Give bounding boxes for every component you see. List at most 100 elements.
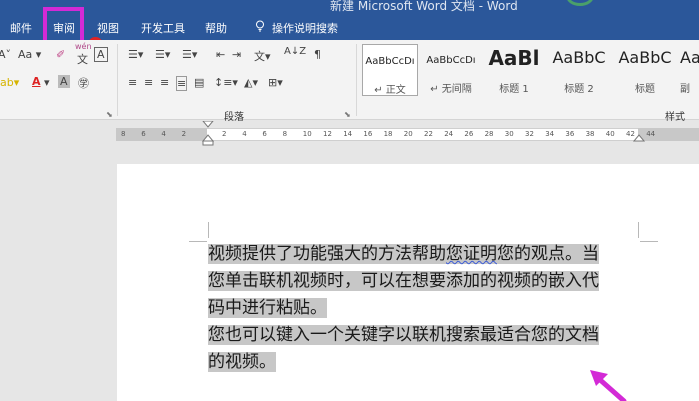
first-line-indent-marker[interactable] bbox=[201, 121, 215, 146]
font-color-dropdown-icon[interactable]: ▾ bbox=[44, 76, 50, 89]
text-line: 的视频。 bbox=[208, 349, 640, 376]
increase-indent-icon[interactable]: ⇥ bbox=[232, 48, 241, 61]
text-line: 码中进行粘贴。 bbox=[208, 295, 640, 322]
ruler-tick-label: 24 bbox=[444, 130, 454, 138]
align-left-icon[interactable]: ≡ bbox=[128, 76, 137, 89]
style-subtitle[interactable]: Aa 副 bbox=[680, 44, 699, 96]
font-color-icon[interactable]: A bbox=[32, 75, 41, 88]
sort-icon[interactable]: A↓Z bbox=[284, 46, 306, 57]
selected-text: 的视频。 bbox=[208, 352, 276, 372]
highlight-color-icon[interactable]: ab▾ bbox=[0, 76, 19, 89]
text-line: 您也可以键入一个关键字以联机搜索最适合您的文档 bbox=[208, 322, 640, 349]
ruler-tick-label: 8 bbox=[282, 130, 288, 138]
enclose-characters-icon[interactable]: ㊫ bbox=[78, 75, 89, 91]
decrease-indent-icon[interactable]: ⇤ bbox=[216, 48, 225, 61]
align-center-icon[interactable]: ≡ bbox=[144, 76, 153, 89]
ruler-tick-label: 2 bbox=[222, 130, 227, 138]
chinese-layout-icon[interactable]: 文▾ bbox=[254, 48, 271, 64]
crop-mark bbox=[208, 222, 209, 238]
multilevel-list-icon[interactable]: ☰▾ bbox=[182, 48, 197, 61]
crop-mark bbox=[640, 241, 658, 242]
selected-text: 您单击联机视频时，可以在想要添加的视频的嵌入代 bbox=[208, 271, 599, 291]
ruler-tick-label: 6 bbox=[141, 130, 146, 138]
selected-text: 您也可以键入一个关键字以联机搜索最适合您的文档 bbox=[208, 325, 599, 345]
bullets-icon[interactable]: ☰▾ bbox=[128, 48, 143, 61]
style-sample: AaBbCcDı bbox=[426, 55, 476, 66]
text-run: 您的观点。当 bbox=[497, 244, 599, 264]
ruler-tick-label: 12 bbox=[323, 130, 332, 138]
numbering-icon[interactable]: ☰▾ bbox=[155, 48, 170, 61]
ruler-tick-label: 2 bbox=[181, 130, 187, 138]
paragraph-dialog-launcher-icon[interactable]: ⬊ bbox=[344, 110, 351, 119]
ruler-tick-label: 14 bbox=[343, 130, 353, 138]
style-name: ↵ 无间隔 bbox=[430, 84, 472, 95]
window-title: 新建 Microsoft Word 文档 - Word bbox=[330, 0, 518, 13]
ruler-tick-label: 4 bbox=[161, 130, 166, 138]
styles-gallery: AaBbCcDı ↵ 正文 AaBbCcDı ↵ 无间隔 AaBl 标题 1 A… bbox=[362, 44, 699, 96]
lightbulb-icon bbox=[255, 20, 265, 35]
style-name: 副 bbox=[680, 84, 690, 95]
tab-help[interactable]: 帮助 bbox=[205, 20, 227, 36]
style-heading-1[interactable]: AaBl 标题 1 bbox=[484, 44, 544, 96]
ruler-tick-label: 36 bbox=[565, 130, 575, 138]
title-bar: 新建 Microsoft Word 文档 - Word 邮件 审阅 视图 开发工… bbox=[0, 0, 699, 40]
change-case-button[interactable]: Aa ▾ bbox=[18, 48, 41, 61]
crop-mark bbox=[189, 241, 207, 242]
ruler-tick-label: 10 bbox=[302, 130, 312, 138]
style-normal[interactable]: AaBbCcDı ↵ 正文 bbox=[362, 44, 418, 96]
tell-me-search[interactable]: 操作说明搜索 bbox=[272, 20, 338, 36]
grammar-flag-text[interactable]: 您证明 bbox=[446, 244, 497, 264]
style-name: 标题 1 bbox=[499, 84, 529, 95]
style-sample: AaBl bbox=[488, 46, 540, 70]
selected-text: 视频提供了功能强大的方法帮助您证明您的观点。当 bbox=[208, 244, 599, 264]
style-sample: Aa bbox=[680, 48, 699, 67]
clear-formatting-icon[interactable]: ✐ bbox=[56, 48, 65, 61]
shading-icon[interactable]: ◭▾ bbox=[244, 76, 258, 89]
ruler-tick-label: 32 bbox=[525, 130, 534, 138]
character-shading-icon[interactable]: A bbox=[58, 75, 70, 88]
tab-view[interactable]: 视图 bbox=[97, 20, 119, 36]
show-marks-icon[interactable]: ¶ bbox=[314, 48, 321, 61]
ruler-tick-label: 18 bbox=[383, 130, 393, 138]
ruler-tick-label: 6 bbox=[262, 130, 267, 138]
horizontal-ruler[interactable]: 8 6 4 2 2 4 6 8 10 12 14 16 18 20 22 24 26 28 30 32 34 36 38 40… bbox=[0, 121, 699, 146]
ruler-tick-label: 22 bbox=[424, 130, 433, 138]
style-name: ↵ 正文 bbox=[374, 85, 406, 96]
style-heading-2[interactable]: AaBbC 标题 2 bbox=[548, 44, 610, 96]
tab-mailings[interactable]: 邮件 bbox=[10, 20, 32, 36]
distributed-icon[interactable]: ▤ bbox=[194, 76, 204, 89]
change-case-label: Aa bbox=[18, 48, 33, 61]
ruler-tick-label: 40 bbox=[605, 130, 615, 138]
style-no-spacing[interactable]: AaBbCcDı ↵ 无间隔 bbox=[422, 44, 480, 96]
line-spacing-icon[interactable]: ↕≡▾ bbox=[214, 76, 238, 89]
character-border-icon[interactable]: A bbox=[94, 47, 108, 62]
ruler-tick-label: 16 bbox=[363, 130, 373, 138]
tab-developer[interactable]: 开发工具 bbox=[141, 20, 185, 36]
ruler-tick-label: 30 bbox=[504, 130, 514, 138]
style-title[interactable]: AaBbC 标题 bbox=[614, 44, 676, 96]
ruler-tick-label: 26 bbox=[464, 130, 474, 138]
group-divider bbox=[356, 44, 357, 116]
ruler-tick-label: 28 bbox=[484, 130, 494, 138]
right-indent-marker[interactable] bbox=[633, 121, 645, 146]
style-name: 标题 bbox=[635, 84, 655, 95]
ruler-tick-label: 38 bbox=[585, 130, 595, 138]
justify-icon[interactable]: ≡ bbox=[176, 76, 188, 91]
style-sample: AaBbC bbox=[552, 48, 606, 67]
phonetic-guide-button[interactable]: 文 bbox=[77, 51, 88, 67]
ribbon: A˅ Aa ▾ ✐ wén 文 A ab▾ A ▾ A ㊫ ⬊ ☰▾ ☰▾ ☰▾… bbox=[0, 40, 699, 123]
style-name: 标题 2 bbox=[564, 84, 594, 95]
borders-icon[interactable]: ⊞▾ bbox=[268, 76, 283, 89]
ruler-tick-label: 4 bbox=[242, 130, 247, 138]
user-avatar[interactable] bbox=[566, 0, 594, 6]
crop-mark bbox=[638, 222, 639, 238]
text-line: 视频提供了功能强大的方法帮助您证明您的观点。当 bbox=[208, 241, 640, 268]
ruler-tick-label: 8 bbox=[121, 130, 126, 138]
document-body[interactable]: 视频提供了功能强大的方法帮助您证明您的观点。当 您单击联机视频时，可以在想要添加… bbox=[208, 241, 640, 376]
font-size-decrease-icon[interactable]: A˅ bbox=[0, 48, 11, 61]
group-divider bbox=[117, 44, 118, 116]
text-line: 您单击联机视频时，可以在想要添加的视频的嵌入代 bbox=[208, 268, 640, 295]
ruler-tick-label: 44 bbox=[646, 130, 656, 138]
align-right-icon[interactable]: ≡ bbox=[160, 76, 169, 89]
font-dialog-launcher-icon[interactable]: ⬊ bbox=[106, 110, 113, 119]
